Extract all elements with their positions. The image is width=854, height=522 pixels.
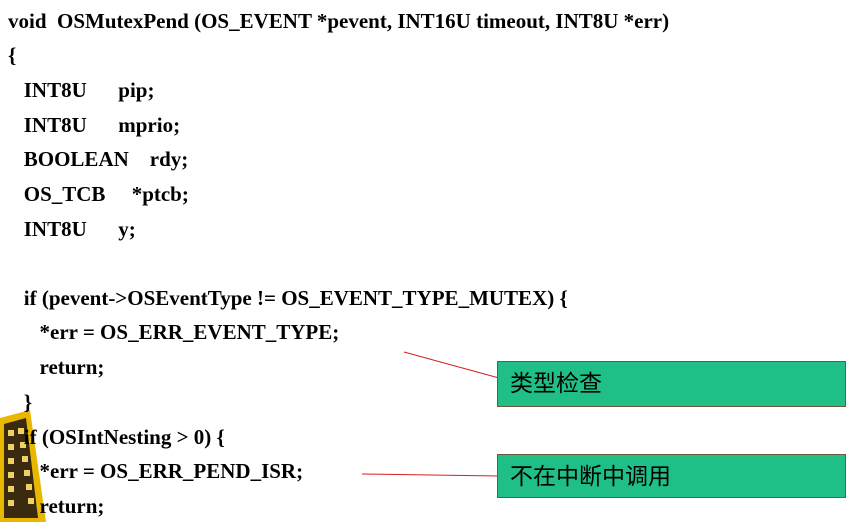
leader-line-not-in-isr — [361, 473, 500, 477]
callout-type-check: 类型检查 — [497, 361, 846, 407]
callout-leader-lines — [361, 351, 500, 477]
leader-line-type-check — [403, 351, 500, 379]
callout-not-in-isr: 不在中断中调用 — [497, 454, 846, 498]
